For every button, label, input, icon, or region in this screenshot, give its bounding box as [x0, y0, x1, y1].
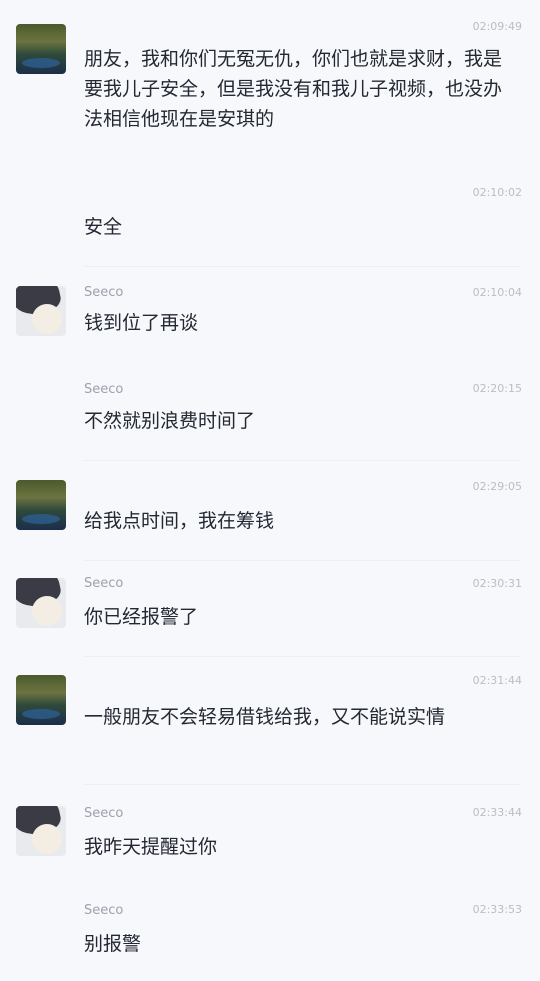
sender-name: Seeco: [84, 382, 124, 397]
message-text: 你已经报警了: [84, 606, 199, 628]
sender-name: Seeco: [84, 903, 124, 918]
divider: [84, 460, 520, 461]
message-text: 别报警: [84, 933, 142, 955]
message-time: 02:30:31: [472, 577, 522, 590]
message-text: 给我点时间，我在筹钱: [84, 510, 275, 532]
avatar[interactable]: [16, 675, 66, 725]
sender-name: Seeco: [84, 576, 124, 591]
message-time: 02:09:49: [472, 20, 522, 33]
message-time: 02:33:44: [472, 806, 522, 819]
message-text: 一般朋友不会轻易借钱给我，又不能说实情: [84, 706, 446, 728]
sender-name: Seeco: [84, 285, 124, 300]
avatar[interactable]: [16, 286, 66, 336]
avatar[interactable]: [16, 806, 66, 856]
avatar[interactable]: [16, 578, 66, 628]
divider: [84, 560, 520, 561]
avatar[interactable]: [16, 24, 66, 74]
message-text: 钱到位了再谈: [84, 312, 199, 334]
message-time: 02:10:02: [472, 186, 522, 199]
divider: [84, 784, 520, 785]
avatar[interactable]: [16, 480, 66, 530]
sender-name: Seeco: [84, 806, 124, 821]
message-time: 02:31:44: [472, 674, 522, 687]
message-text: 不然就别浪费时间了: [84, 410, 256, 432]
message-text: 我昨天提醒过你: [84, 836, 218, 858]
message-time: 02:33:53: [472, 903, 522, 916]
message-text: 安全: [84, 216, 123, 238]
chat-message-list[interactable]: 02:09:49 朋友，我和你们无冤无仇，你们也就是求财，我是要我儿子安全，但是…: [0, 0, 540, 981]
message-time: 02:20:15: [472, 382, 522, 395]
divider: [84, 656, 520, 657]
message-time: 02:10:04: [472, 286, 522, 299]
divider: [84, 266, 520, 267]
message-text: 朋友，我和你们无冤无仇，你们也就是求财，我是要我儿子安全，但是我没有和我儿子视频…: [84, 48, 503, 130]
message-time: 02:29:05: [472, 480, 522, 493]
